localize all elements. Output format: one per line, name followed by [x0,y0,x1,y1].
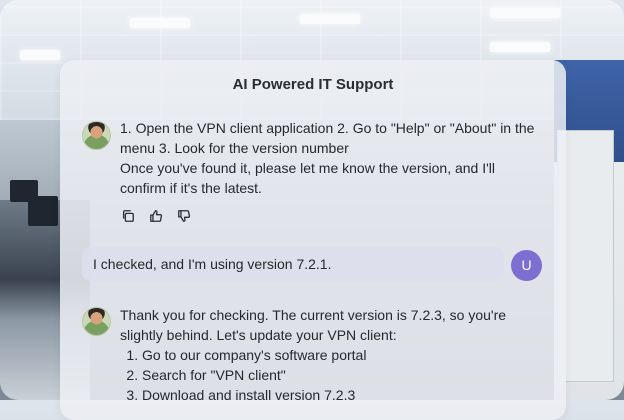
user-message-bubble: I checked, and I'm using version 7.2.1. [82,247,504,281]
list-item: Search for "VPN client" [142,365,550,385]
bot-message-line: slightly behind. Let's update your VPN c… [120,327,397,343]
bot-message-line: menu 3. Look for the version number [120,140,349,156]
bot-message-line: 1. Open the VPN client application 2. Go… [120,120,535,136]
ceiling-light [130,18,190,28]
bot-message-line: confirm if it's the latest. [120,180,262,196]
thumbs-up-icon[interactable] [149,209,163,223]
copy-icon[interactable] [121,209,135,223]
list-item: Download and install version 7.2.3 [142,385,550,405]
ceiling-light [490,8,560,18]
list-item: Go to our company's software portal [142,345,550,365]
chat-panel: AI Powered IT Support 1. Open the VPN cl… [60,60,566,420]
chat-title: AI Powered IT Support [232,76,394,93]
monitor [28,196,58,226]
ceiling-light [300,14,360,24]
ceiling-light [490,42,550,52]
thumbs-down-icon[interactable] [177,209,191,223]
bot-message-line: Once you've found it, please let me know… [120,160,495,176]
ceiling-light [20,50,60,60]
instruction-list: Go to our company's software portal Sear… [120,345,550,405]
bot-message-line: Thank you for checking. The current vers… [120,307,507,323]
bot-avatar [82,307,111,336]
message-actions [121,209,191,223]
bot-message: 1. Open the VPN client application 2. Go… [120,118,550,198]
bot-avatar [82,121,111,150]
user-avatar: U [511,250,542,281]
bot-message: Thank you for checking. The current vers… [120,305,550,405]
